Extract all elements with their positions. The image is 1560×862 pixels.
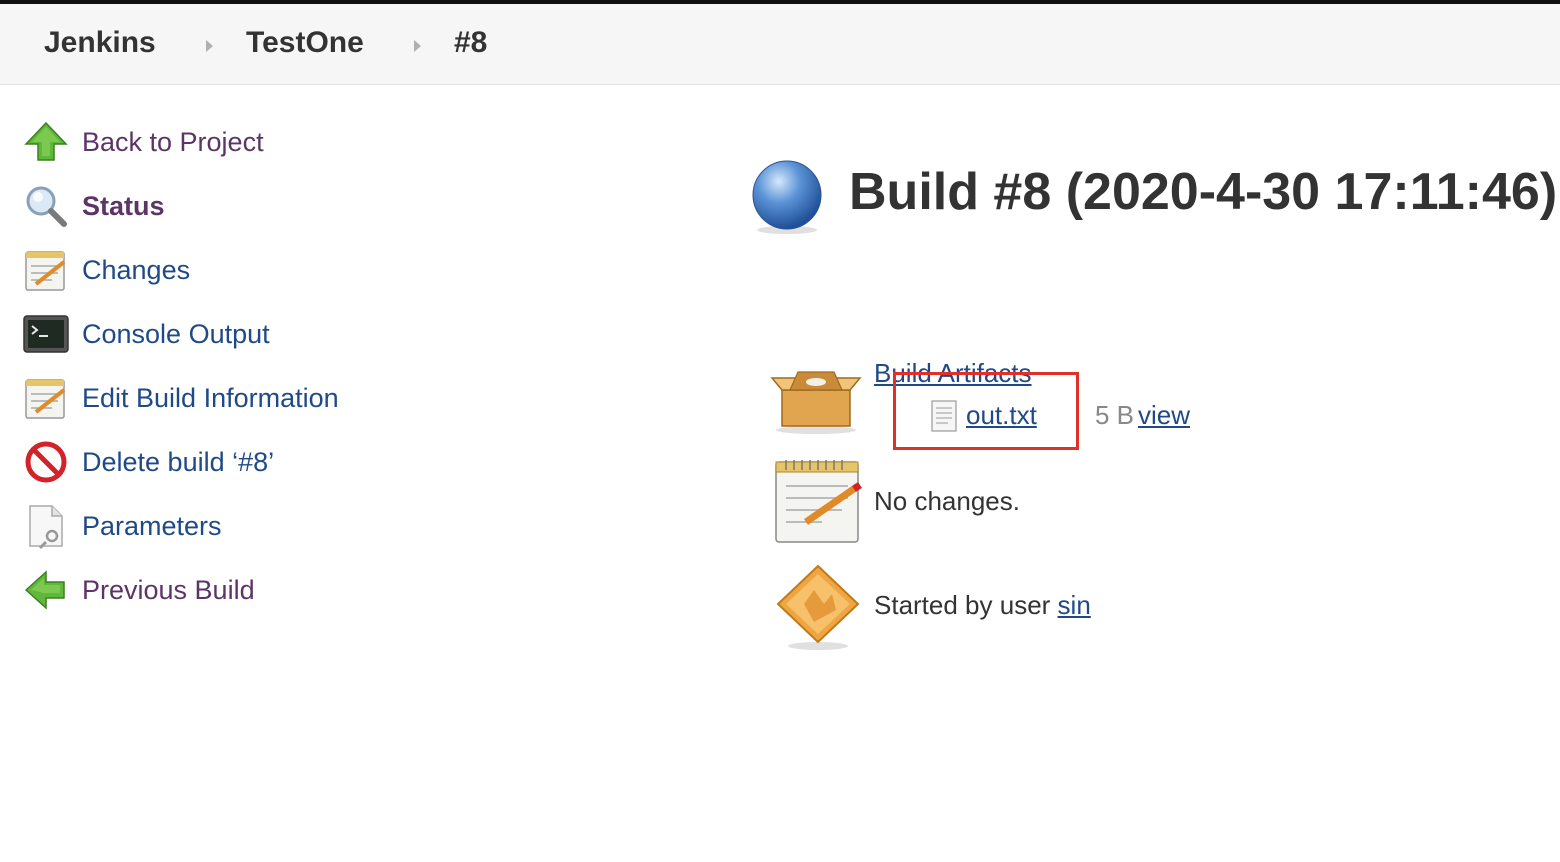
sidebar-item-label[interactable]: Edit Build Information — [82, 383, 339, 414]
notepad-icon — [775, 460, 862, 543]
sidebar-item-label[interactable]: Status — [82, 191, 165, 222]
notepad-icon — [25, 251, 66, 291]
page-title: Build #8 (2020-4-30 17:11:46) — [849, 163, 1558, 221]
highlight-annotation-box — [893, 372, 1079, 450]
changes-summary: No changes. — [874, 486, 1020, 516]
terminal-icon — [23, 315, 69, 353]
build-status-ball-icon — [752, 160, 822, 234]
sidebar-item-label[interactable]: Parameters — [82, 511, 222, 542]
left-arrow-icon — [24, 570, 65, 610]
chevron-right-icon — [206, 40, 213, 52]
document-wrench-icon — [29, 505, 63, 550]
sidebar-item-label[interactable]: Delete build ‘#8’ — [82, 447, 274, 478]
artifact-file-size: 5 B — [1095, 400, 1135, 430]
user-cause-icon — [776, 564, 860, 650]
sidebar-item-previous-build[interactable]: Previous Build — [22, 566, 442, 614]
sidebar-item-delete-build[interactable]: Delete build ‘#8’ — [22, 438, 442, 486]
sidebar-item-label[interactable]: Console Output — [82, 319, 270, 350]
sidebar-item-status[interactable]: Status — [22, 182, 442, 230]
user-link[interactable]: sin — [1058, 590, 1091, 620]
package-icon — [770, 371, 862, 434]
sidebar-item-parameters[interactable]: Parameters — [22, 502, 442, 550]
sidebar-item-back-to-project[interactable]: Back to Project — [22, 118, 442, 166]
build-cause: Started by user sin — [874, 590, 1091, 621]
sidebar-item-label[interactable]: Previous Build — [82, 575, 255, 606]
breadcrumb: Jenkins TestOne #8 — [0, 4, 1560, 85]
build-cause-prefix: Started by user — [874, 590, 1058, 620]
sidebar-item-changes[interactable]: Changes — [22, 246, 442, 294]
sidebar-item-label[interactable]: Changes — [82, 255, 190, 286]
sidebar-item-edit-build-information[interactable]: Edit Build Information — [22, 374, 442, 422]
breadcrumb-project[interactable]: TestOne — [246, 26, 364, 60]
no-entry-icon — [25, 441, 67, 483]
magnifier-icon — [26, 186, 67, 227]
sidebar-item-console-output[interactable]: Console Output — [22, 310, 442, 358]
breadcrumb-jenkins[interactable]: Jenkins — [44, 26, 156, 60]
up-arrow-icon — [24, 121, 68, 161]
artifact-view-link[interactable]: view — [1138, 400, 1190, 431]
breadcrumb-build[interactable]: #8 — [454, 26, 487, 60]
sidebar-item-label[interactable]: Back to Project — [82, 127, 264, 158]
chevron-right-icon — [414, 40, 421, 52]
notepad-icon — [25, 379, 66, 419]
